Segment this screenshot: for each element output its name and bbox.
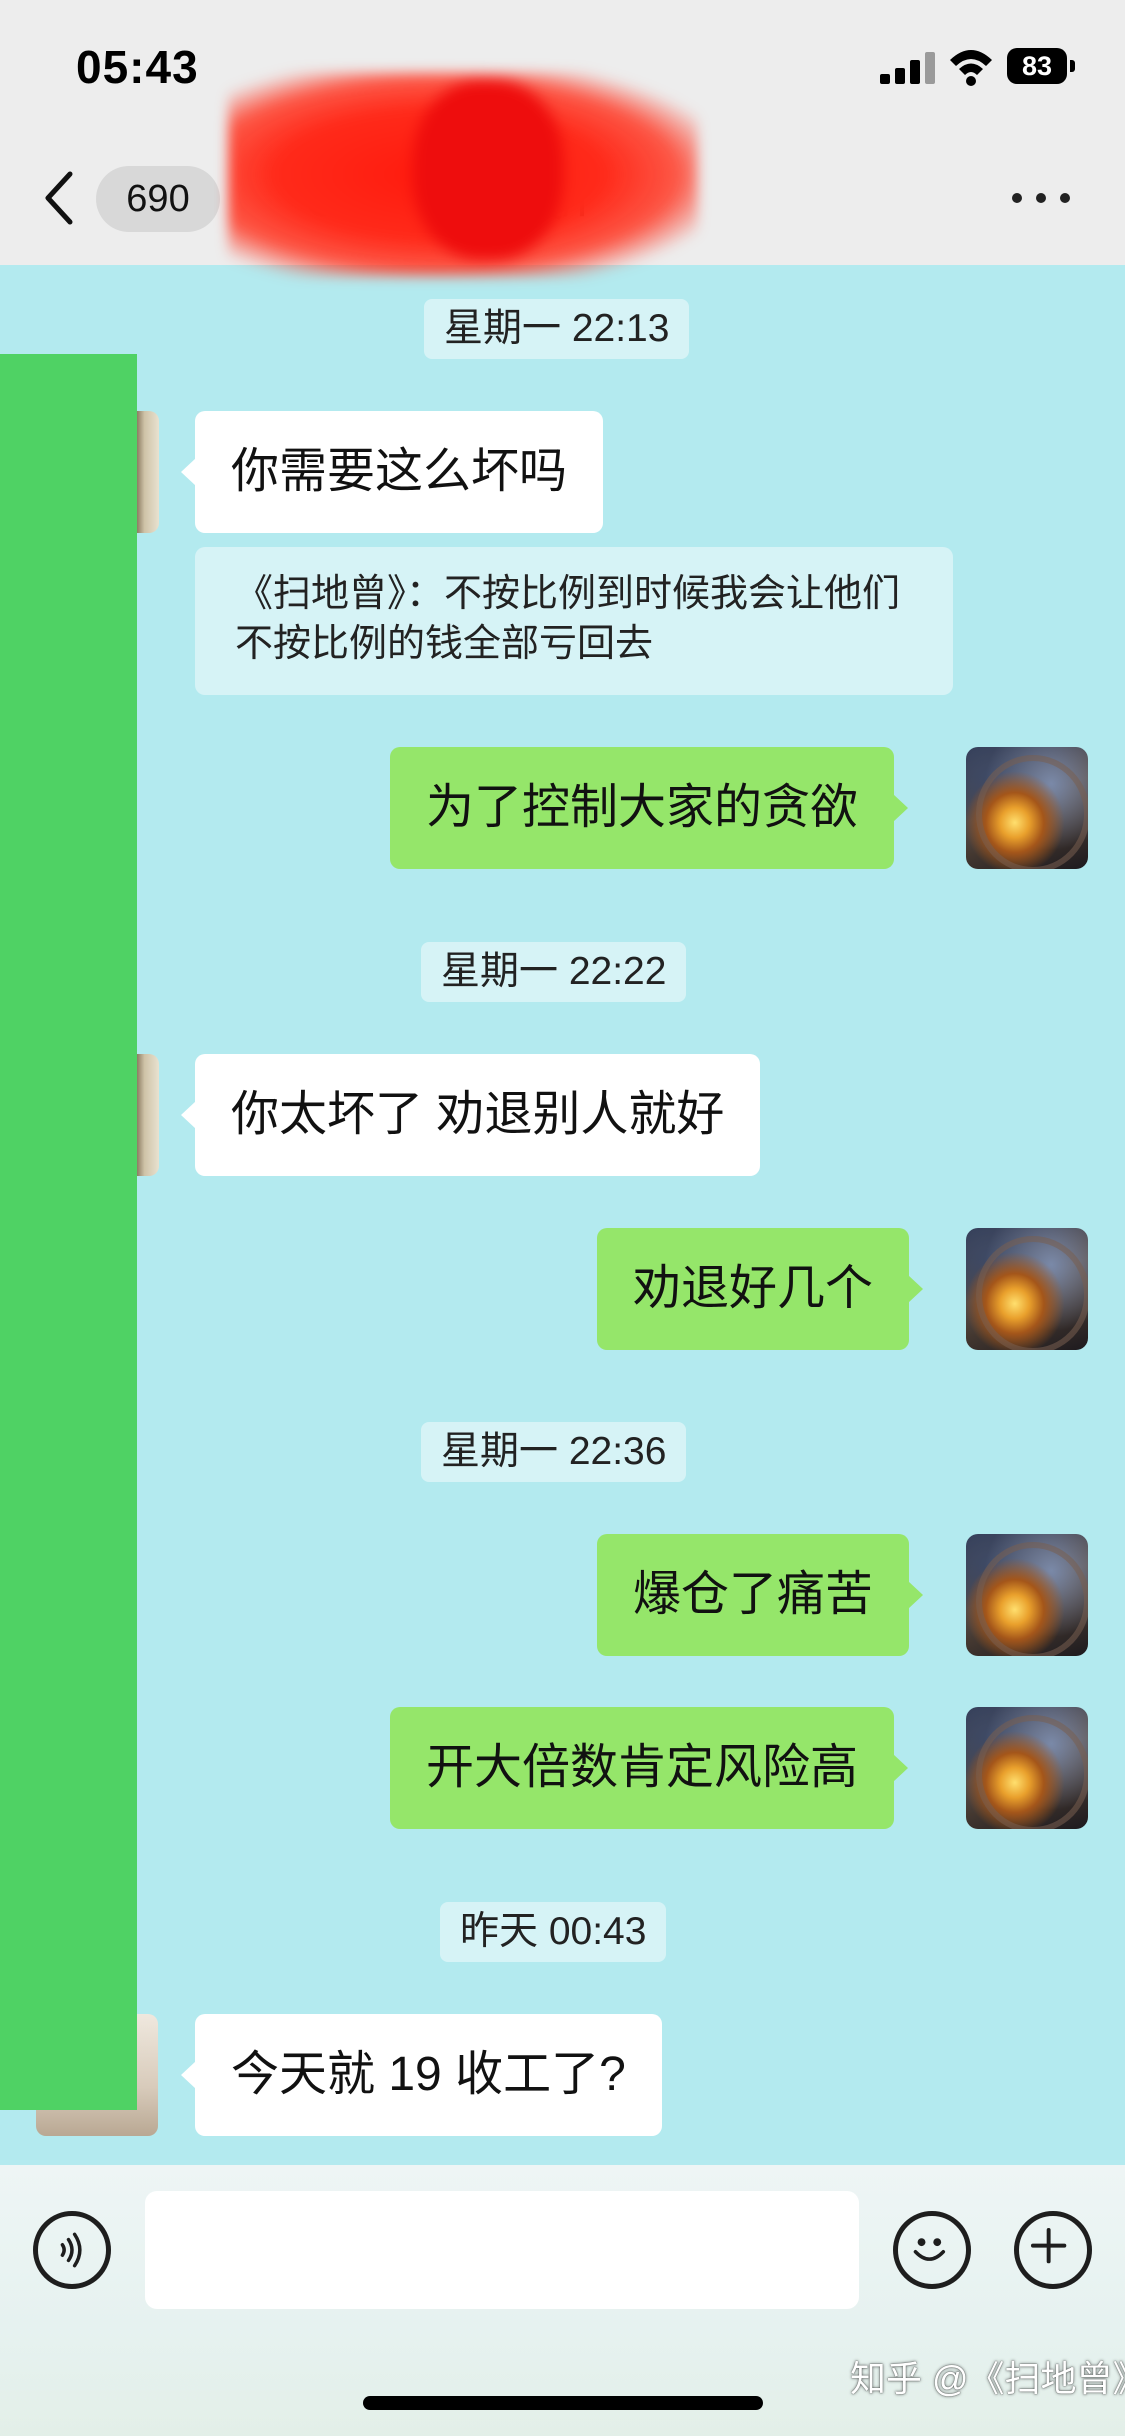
- cellular-signal-icon: [880, 52, 936, 84]
- my-avatar[interactable]: [966, 1707, 1088, 1829]
- zhihu-watermark: 知乎 @《扫地曾》: [850, 2358, 1125, 2399]
- back-chevron-icon[interactable]: [40, 168, 80, 228]
- home-indicator[interactable]: [363, 2396, 763, 2410]
- incoming-message[interactable]: 你太坏了 劝退别人就好: [180, 1054, 761, 1176]
- message-input[interactable]: [145, 2191, 859, 2309]
- contact-avatar[interactable]: [135, 411, 159, 533]
- my-avatar[interactable]: [966, 1228, 1088, 1350]
- my-avatar[interactable]: [966, 747, 1088, 869]
- voice-input-icon[interactable]: [33, 2211, 111, 2289]
- wifi-icon: [950, 50, 992, 86]
- unread-count-badge[interactable]: 690: [96, 166, 220, 232]
- redaction-cover: [0, 354, 137, 2110]
- plus-icon[interactable]: [1014, 2211, 1092, 2289]
- timestamp: 星期一 22:36: [421, 1422, 687, 1482]
- redaction-scribble: [228, 72, 698, 277]
- timestamp: 昨天 00:43: [440, 1902, 667, 1962]
- contact-avatar[interactable]: [135, 1054, 159, 1176]
- more-options-icon[interactable]: [1012, 188, 1070, 208]
- battery-icon: 83: [1007, 48, 1075, 84]
- incoming-message[interactable]: 今天就 19 收工了?: [181, 2014, 662, 2136]
- timestamp: 星期一 22:22: [421, 942, 687, 1002]
- timestamp: 星期一 22:13: [424, 299, 690, 359]
- outgoing-message[interactable]: 爆仓了痛苦: [597, 1534, 924, 1656]
- incoming-message[interactable]: 你需要这么坏吗: [180, 411, 604, 533]
- chat-header: 05:43 83 690 On 群新加坡/f: [0, 0, 1125, 277]
- emoji-icon[interactable]: [893, 2211, 971, 2289]
- outgoing-message[interactable]: 开大倍数肯定风险高: [390, 1707, 909, 1829]
- outgoing-message[interactable]: 劝退好几个: [597, 1228, 924, 1350]
- outgoing-message[interactable]: 为了控制大家的贪欲: [390, 747, 909, 869]
- my-avatar[interactable]: [966, 1534, 1088, 1656]
- quoted-message[interactable]: 《扫地曾》：不按比例到时候我会让他们不按比例的钱全部亏回去: [195, 547, 953, 695]
- status-time: 05:43: [76, 41, 199, 93]
